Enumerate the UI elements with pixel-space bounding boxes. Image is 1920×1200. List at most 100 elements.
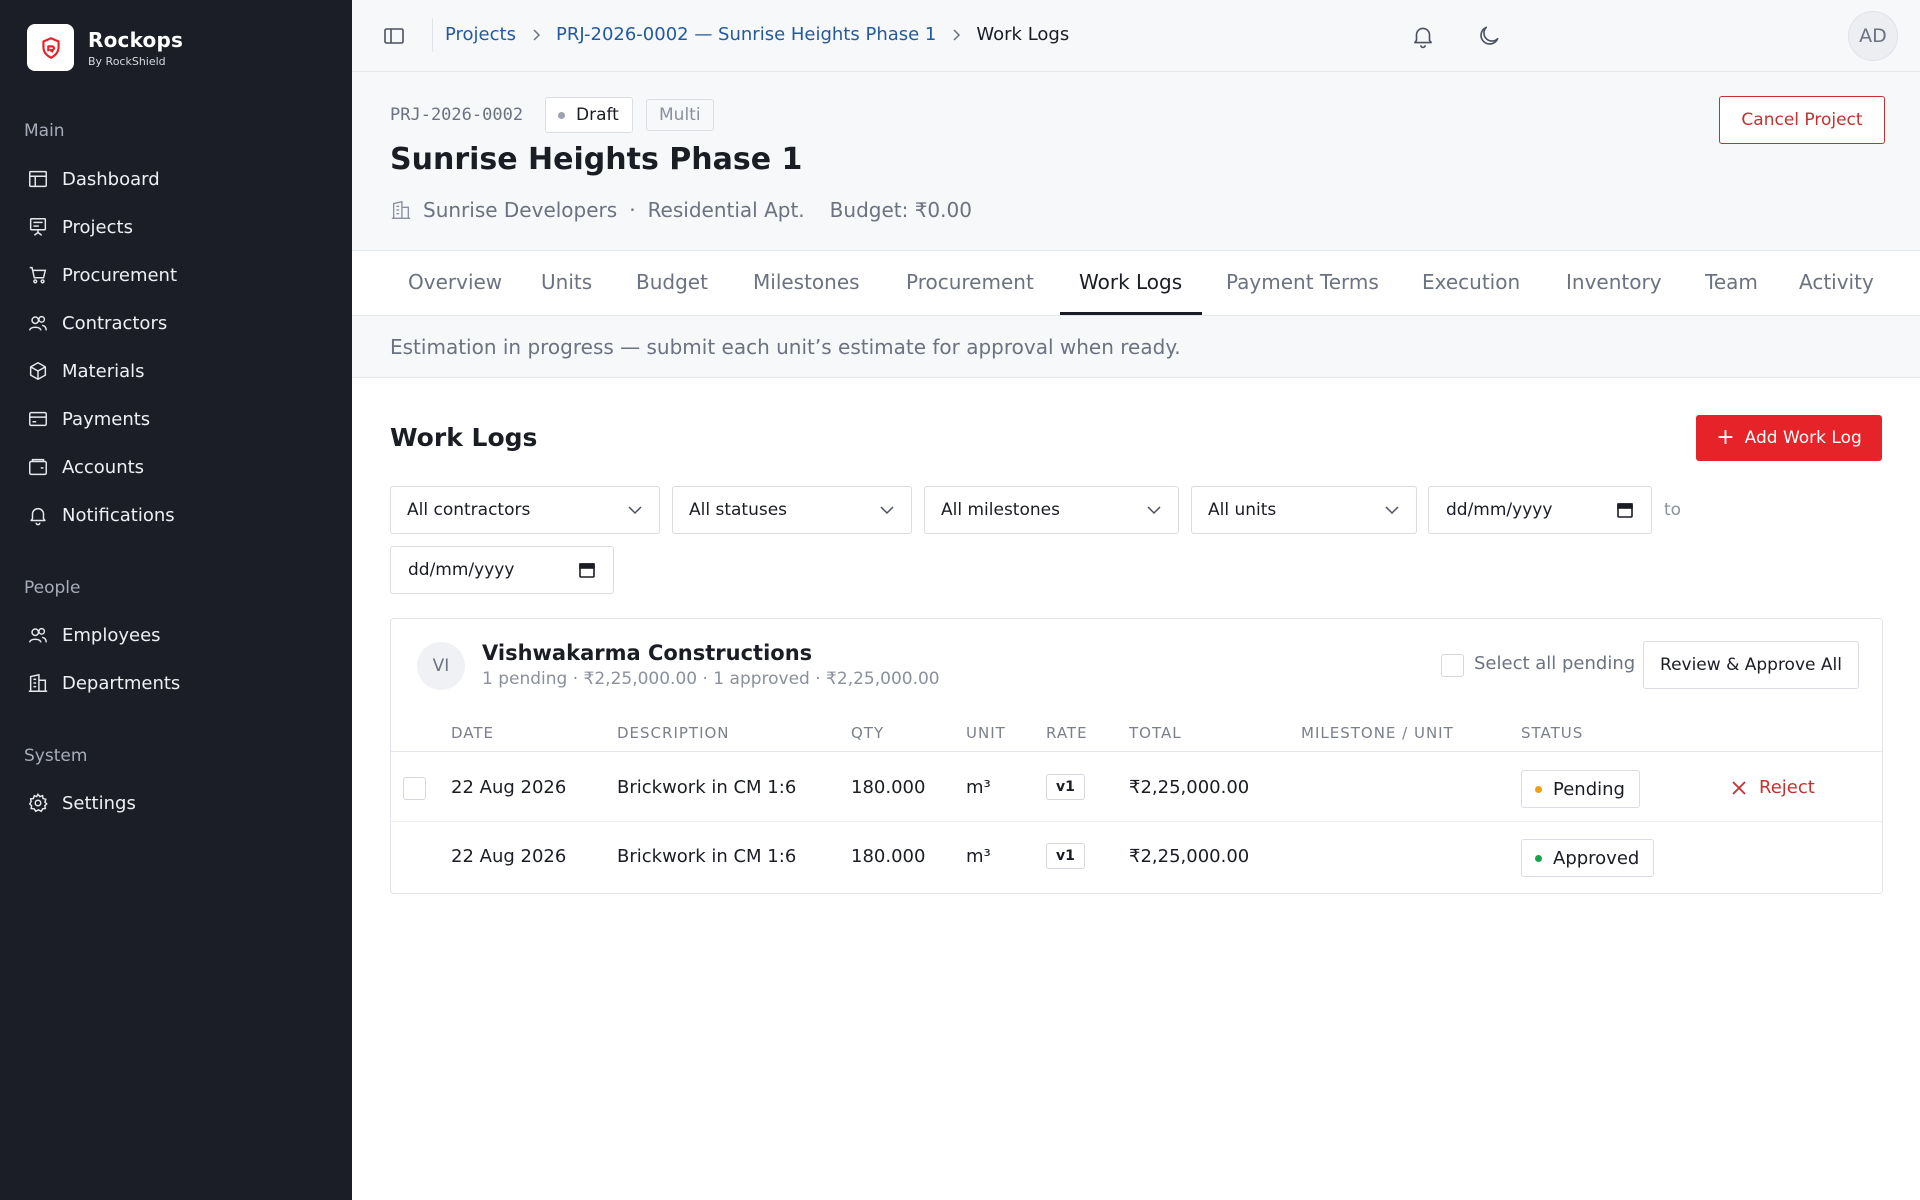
chevron-right-icon: [953, 28, 961, 41]
sidebar-item-label: Procurement: [62, 264, 178, 286]
project-meta: Sunrise Developers · Residential Apt. Bu…: [390, 198, 972, 222]
tab-milestones[interactable]: Milestones: [753, 270, 860, 294]
tab-inventory[interactable]: Inventory: [1566, 270, 1662, 294]
chevron-right-icon: [533, 28, 541, 41]
project-code: PRJ-2026-0002: [390, 105, 524, 125]
select-all-pending-checkbox[interactable]: [1441, 654, 1464, 677]
user-avatar[interactable]: AD: [1848, 11, 1898, 61]
tab-units[interactable]: Units: [541, 270, 592, 294]
column-header-qty: QTY: [851, 724, 885, 742]
breadcrumb-project[interactable]: PRJ-2026-0002 — Sunrise Heights Phase 1: [556, 24, 936, 45]
unit-filter[interactable]: All units: [1191, 486, 1417, 534]
add-work-log-button[interactable]: + Add Work Log: [1696, 415, 1882, 461]
table-header: DATE DESCRIPTION QTY UNIT RATE TOTAL MIL…: [391, 714, 1882, 752]
breadcrumb-projects[interactable]: Projects: [445, 24, 516, 45]
cancel-project-button[interactable]: Cancel Project: [1719, 96, 1885, 144]
sidebar-item-label: Dashboard: [62, 168, 160, 190]
reject-label: Reject: [1759, 777, 1815, 798]
tab-overview[interactable]: Overview: [408, 270, 502, 294]
tab-team[interactable]: Team: [1705, 270, 1758, 294]
moon-icon[interactable]: [1476, 23, 1502, 49]
type-badge: Multi: [646, 99, 714, 131]
rate-version-chip: v1: [1046, 774, 1085, 800]
contractor-avatar: VI: [417, 642, 465, 690]
topbar-divider: [432, 18, 433, 52]
sidebar-item-contractors[interactable]: Contractors: [27, 303, 327, 343]
date-to-placeholder: dd/mm/yyyy: [408, 560, 515, 580]
status-badge: Draft: [545, 97, 633, 133]
row-qty: 180.000: [851, 846, 926, 867]
project-client: Sunrise Developers: [423, 198, 618, 222]
sidebar-toggle-icon[interactable]: [382, 24, 406, 48]
estimation-notice: Estimation in progress — submit each uni…: [352, 316, 1920, 378]
tab-payment-terms[interactable]: Payment Terms: [1226, 270, 1379, 294]
row-qty: 180.000: [851, 777, 926, 798]
contractor-group-card: VI Vishwakarma Constructions 1 pending ·…: [390, 618, 1883, 894]
sidebar-item-accounts[interactable]: Accounts: [27, 447, 327, 487]
sidebar-item-materials[interactable]: Materials: [27, 351, 327, 391]
tab-activity[interactable]: Activity: [1799, 270, 1874, 294]
status-dot: [1535, 785, 1542, 793]
project-category: Residential Apt.: [647, 198, 805, 222]
card-icon: [29, 411, 47, 427]
tab-execution[interactable]: Execution: [1422, 270, 1520, 294]
users-icon: [29, 315, 47, 331]
breadcrumb-current: Work Logs: [976, 24, 1070, 45]
status-label: Pending: [1553, 778, 1625, 800]
chevron-down-icon: [628, 506, 642, 515]
sidebar-item-label: Materials: [62, 360, 145, 382]
wallet-icon: [29, 458, 47, 476]
building-icon: [391, 200, 411, 219]
column-header-date: DATE: [451, 724, 495, 742]
cart-icon: [29, 266, 47, 284]
status-filter[interactable]: All statuses: [672, 486, 912, 534]
column-header-rate: RATE: [1046, 724, 1088, 742]
date-to-input[interactable]: dd/mm/yyyy: [390, 546, 614, 594]
contractor-filter[interactable]: All contractors: [390, 486, 660, 534]
breadcrumb: Projects PRJ-2026-0002 — Sunrise Heights…: [445, 24, 1069, 45]
tab-procurement[interactable]: Procurement: [906, 270, 1034, 294]
contractor-filter-value: All contractors: [407, 500, 531, 520]
column-header-milestone: MILESTONE / UNIT: [1301, 724, 1454, 742]
dashboard-icon: [29, 170, 47, 188]
row-unit: m³: [966, 846, 991, 867]
review-approve-all-button[interactable]: Review & Approve All: [1643, 641, 1859, 689]
status-filter-value: All statuses: [689, 500, 788, 520]
unit-filter-value: All units: [1208, 500, 1277, 520]
status-badge: Approved: [1521, 839, 1655, 877]
calendar-icon: [1617, 503, 1633, 518]
bell-icon[interactable]: [1410, 23, 1436, 49]
sidebar-item-procurement[interactable]: Procurement: [27, 255, 327, 295]
sidebar-item-label: Employees: [62, 624, 161, 646]
row-select-checkbox[interactable]: [403, 777, 426, 800]
sidebar-item-employees[interactable]: Employees: [27, 615, 327, 655]
sidebar: Rockops By RockShield Main Dashboard Pro…: [0, 0, 352, 1200]
sidebar-item-payments[interactable]: Payments: [27, 399, 327, 439]
tab-budget[interactable]: Budget: [636, 270, 708, 294]
date-from-placeholder: dd/mm/yyyy: [1446, 500, 1553, 520]
brand[interactable]: Rockops By RockShield: [27, 24, 183, 71]
sidebar-item-projects[interactable]: Projects: [27, 207, 327, 247]
add-work-log-label: Add Work Log: [1744, 428, 1862, 448]
milestone-filter-value: All milestones: [941, 500, 1060, 520]
sidebar-item-departments[interactable]: Departments: [27, 663, 327, 703]
sidebar-item-label: Settings: [62, 792, 136, 814]
page-title: Sunrise Heights Phase 1: [390, 142, 803, 177]
section-title: Work Logs: [390, 423, 538, 452]
status-dot: [1535, 854, 1542, 862]
milestone-filter[interactable]: All milestones: [924, 486, 1179, 534]
tab-work-logs[interactable]: Work Logs: [1079, 270, 1182, 294]
date-from-input[interactable]: dd/mm/yyyy: [1428, 486, 1652, 534]
sidebar-item-notifications[interactable]: Notifications: [27, 495, 327, 535]
table-row: 22 Aug 2026 Brickwork in CM 1:6 180.000 …: [391, 822, 1882, 891]
nav-section-system: System: [24, 746, 88, 766]
status-badge: Pending: [1521, 770, 1640, 808]
column-header-unit: UNIT: [966, 724, 1006, 742]
sidebar-item-label: Contractors: [62, 312, 168, 334]
row-unit: m³: [966, 777, 991, 798]
chevron-down-icon: [880, 506, 894, 515]
sidebar-item-dashboard[interactable]: Dashboard: [27, 159, 327, 199]
close-icon: [1732, 780, 1746, 795]
reject-button[interactable]: Reject: [1731, 777, 1815, 798]
sidebar-item-settings[interactable]: Settings: [27, 783, 327, 823]
